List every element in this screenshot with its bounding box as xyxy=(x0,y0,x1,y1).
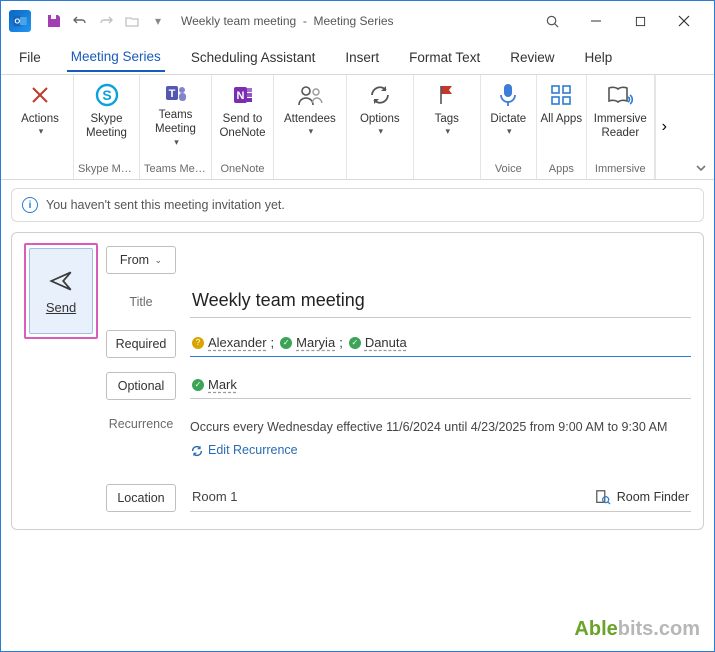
teams-meeting-button[interactable]: T Teams Meeting▾ xyxy=(144,78,207,150)
outlook-icon: O xyxy=(9,10,31,32)
book-audio-icon xyxy=(606,80,634,110)
tags-button[interactable]: Tags▾ xyxy=(418,78,476,150)
edit-recurrence-link[interactable]: Edit Recurrence xyxy=(190,440,298,461)
location-button[interactable]: Location xyxy=(106,484,176,512)
send-icon xyxy=(48,268,74,294)
send-button[interactable]: Send xyxy=(29,248,93,334)
group-onenote-label: OneNote xyxy=(216,160,269,179)
ribbon: Actions▾ S Skype Meeting Skype Me... T T… xyxy=(1,75,714,180)
group-teams-label: Teams Meet... xyxy=(144,160,207,179)
info-icon: i xyxy=(22,197,38,213)
recurrence-info: Occurs every Wednesday effective 11/6/20… xyxy=(190,417,667,465)
close-button[interactable] xyxy=(662,6,706,36)
flag-icon xyxy=(436,80,458,110)
all-apps-button[interactable]: All Apps xyxy=(532,78,590,150)
ribbon-overflow[interactable]: › xyxy=(655,75,673,179)
title-label: Title xyxy=(106,295,176,309)
onenote-icon: N xyxy=(230,80,256,110)
accepted-status-icon: ✓ xyxy=(280,337,292,349)
attendee-chip[interactable]: ? Alexander; xyxy=(192,335,274,350)
recurrence-label: Recurrence xyxy=(106,417,176,431)
group-apps-label: Apps xyxy=(541,160,582,179)
accepted-status-icon: ✓ xyxy=(192,379,204,391)
tab-meeting-series[interactable]: Meeting Series xyxy=(67,43,165,72)
attendees-button[interactable]: Attendees▾ xyxy=(278,78,342,150)
minimize-button[interactable] xyxy=(574,6,618,36)
accepted-status-icon: ✓ xyxy=(349,337,361,349)
ribbon-tabs: File Meeting Series Scheduling Assistant… xyxy=(1,41,714,75)
chevron-down-icon: ⌄ xyxy=(155,255,163,266)
collapse-ribbon[interactable] xyxy=(694,161,708,175)
attendee-chip[interactable]: ✓ Maryia; xyxy=(280,335,343,350)
redo-button[interactable] xyxy=(93,8,119,34)
qat-folder-button[interactable] xyxy=(119,8,145,34)
immersive-reader-button[interactable]: Immersive Reader xyxy=(588,78,653,150)
teams-icon: T xyxy=(163,80,189,106)
info-text: You haven't sent this meeting invitation… xyxy=(46,198,285,212)
optional-button[interactable]: Optional xyxy=(106,372,176,400)
maximize-button[interactable] xyxy=(618,6,662,36)
microphone-icon xyxy=(497,80,519,110)
meeting-form: Send From ⌄ Title Weekly team meeting Re… xyxy=(11,232,704,530)
watermark: Ablebits.com xyxy=(574,618,700,641)
tab-file[interactable]: File xyxy=(15,44,45,71)
tentative-status-icon: ? xyxy=(192,337,204,349)
group-immersive-label: Immersive xyxy=(591,160,650,179)
tab-scheduling-assistant[interactable]: Scheduling Assistant xyxy=(187,44,320,71)
location-field[interactable]: Room 1 Room Finder xyxy=(190,485,691,512)
people-icon xyxy=(296,80,324,110)
group-voice-label: Voice xyxy=(485,160,532,179)
title-input[interactable]: Weekly team meeting xyxy=(190,286,691,318)
tab-format-text[interactable]: Format Text xyxy=(405,44,484,71)
grid-icon xyxy=(549,80,573,110)
skype-icon: S xyxy=(94,80,120,110)
required-button[interactable]: Required xyxy=(106,330,176,358)
search-button[interactable] xyxy=(530,6,574,36)
svg-text:T: T xyxy=(168,88,175,100)
svg-text:N: N xyxy=(236,90,244,102)
tab-help[interactable]: Help xyxy=(580,44,616,71)
recurrence-icon xyxy=(190,444,204,458)
dictate-button[interactable]: Dictate▾ xyxy=(479,78,537,150)
undo-button[interactable] xyxy=(67,8,93,34)
svg-text:S: S xyxy=(102,87,111,103)
send-highlight: Send xyxy=(24,243,98,339)
options-button[interactable]: Options▾ xyxy=(351,78,409,150)
tab-insert[interactable]: Insert xyxy=(341,44,383,71)
svg-text:O: O xyxy=(14,17,20,26)
group-skype-label: Skype Me... xyxy=(78,160,135,179)
skype-meeting-button[interactable]: S Skype Meeting xyxy=(78,78,136,150)
required-field[interactable]: ? Alexander; ✓ Maryia; ✓ Danuta xyxy=(190,331,691,357)
send-onenote-button[interactable]: N Send to OneNote xyxy=(213,78,271,150)
refresh-icon xyxy=(368,80,392,110)
room-finder-icon xyxy=(595,489,611,505)
attendee-chip[interactable]: ✓ Danuta xyxy=(349,335,407,350)
save-button[interactable] xyxy=(41,8,67,34)
info-bar: i You haven't sent this meeting invitati… xyxy=(11,188,704,222)
titlebar: O ▾ Weekly team meeting - Meeting Series xyxy=(1,1,714,41)
qat-customize[interactable]: ▾ xyxy=(145,8,171,34)
optional-field[interactable]: ✓ Mark xyxy=(190,373,691,399)
from-button[interactable]: From ⌄ xyxy=(106,246,176,274)
room-finder-button[interactable]: Room Finder xyxy=(595,489,689,505)
content-area: i You haven't sent this meeting invitati… xyxy=(1,180,714,538)
attendee-chip[interactable]: ✓ Mark xyxy=(192,377,237,392)
actions-button[interactable]: Actions▾ xyxy=(11,78,69,150)
window-title: Weekly team meeting - Meeting Series xyxy=(181,14,394,28)
tab-review[interactable]: Review xyxy=(506,44,558,71)
x-icon xyxy=(28,80,52,110)
